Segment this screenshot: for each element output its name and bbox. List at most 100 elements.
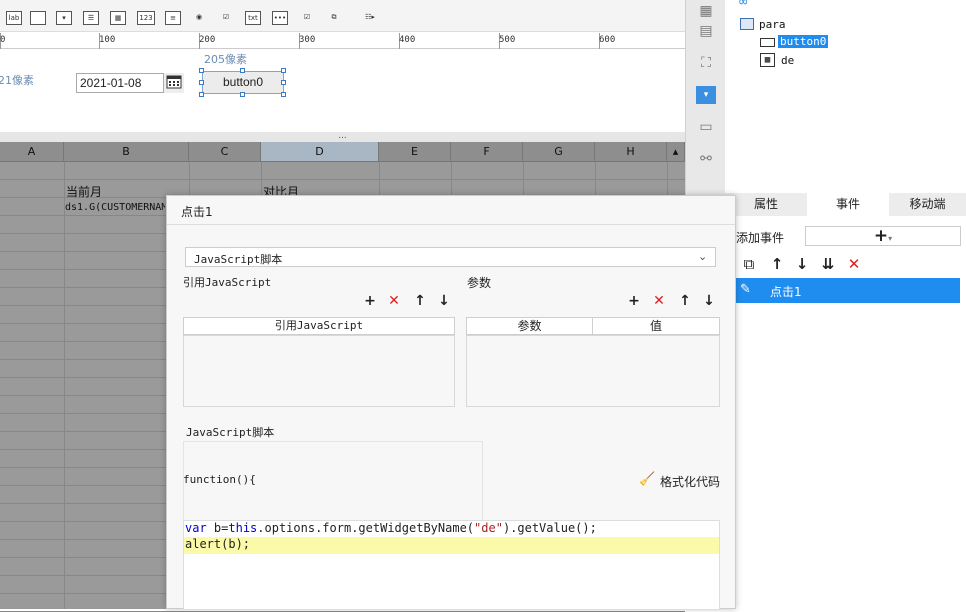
- resize-handle[interactable]: [199, 92, 204, 97]
- top-px-label: 205像素: [204, 53, 247, 66]
- number-icon[interactable]: 123: [137, 11, 155, 25]
- move-up-icon[interactable]: ↑: [769, 256, 785, 272]
- resize-handle[interactable]: [199, 68, 204, 73]
- edit-icon[interactable]: ✎: [740, 282, 751, 297]
- add-event-label: 添加事件: [736, 231, 785, 245]
- resize-handle[interactable]: [281, 68, 286, 73]
- move-up-icon[interactable]: ↑: [413, 294, 427, 308]
- resize-handle[interactable]: [240, 92, 245, 97]
- move-up-icon[interactable]: ↑: [678, 294, 692, 308]
- tab-properties[interactable]: 属性: [725, 193, 807, 216]
- copy-icon[interactable]: ⧉: [741, 256, 757, 272]
- layout-icon[interactable]: ▭: [696, 118, 716, 136]
- add-icon[interactable]: +: [627, 294, 641, 308]
- column-header[interactable]: D: [261, 142, 379, 162]
- checkbox-group-icon[interactable]: ☑: [218, 11, 234, 25]
- events-panel: [735, 216, 966, 609]
- date-widget-icon: ▦: [760, 53, 775, 67]
- delete-icon[interactable]: ✕: [387, 294, 401, 308]
- column-header[interactable]: E: [379, 142, 451, 162]
- params-table[interactable]: [466, 335, 720, 407]
- property-tabs: 属性 事件 移动端: [725, 193, 966, 216]
- list-icon[interactable]: ☰: [83, 11, 99, 25]
- ref-js-section-title: 引用JavaScript: [183, 276, 272, 289]
- ruler-label: 400: [399, 35, 416, 45]
- format-code-button[interactable]: 格式化代码: [660, 473, 720, 490]
- event-item[interactable]: ✎ 点击1: [736, 278, 960, 303]
- column-header[interactable]: F: [451, 142, 523, 162]
- move-bottom-icon[interactable]: ⇊: [820, 256, 836, 272]
- ruler-label: 100: [99, 35, 116, 45]
- ruler-label: 0: [0, 35, 6, 45]
- chevron-down-icon: ▾: [888, 234, 893, 243]
- splitter-grip-icon: ...: [338, 131, 347, 141]
- resize-handle[interactable]: [281, 80, 286, 85]
- script-type-select[interactable]: JavaScript脚本 ⌄: [185, 247, 716, 267]
- event-item-label: 点击1: [770, 285, 802, 299]
- text-icon[interactable]: txt: [245, 11, 261, 25]
- textbox-icon[interactable]: [30, 11, 46, 25]
- expand-icon[interactable]: ∞: [739, 0, 747, 10]
- grid-cell[interactable]: ds1.G(CUSTOMERNAM: [65, 202, 165, 213]
- ruler-label: 600: [599, 35, 616, 45]
- widget-tree: ∞ para button0 ▦ de: [725, 0, 966, 193]
- horizontal-ruler: 0 100 200 300 400 500 600: [0, 33, 685, 49]
- calendar-icon[interactable]: [163, 73, 184, 93]
- tree-item-de[interactable]: de: [781, 54, 794, 67]
- pane-splitter[interactable]: ...: [0, 132, 685, 142]
- radio-group-icon[interactable]: ◉: [191, 11, 207, 25]
- crop-icon[interactable]: ⛶: [696, 54, 716, 72]
- grid-icon[interactable]: ▦: [696, 2, 716, 20]
- checkbox-icon[interactable]: ☑: [299, 11, 315, 25]
- add-icon[interactable]: +: [363, 294, 377, 308]
- ruler-label: 200: [199, 35, 216, 45]
- ref-js-table[interactable]: [183, 335, 455, 407]
- param-column: 参数: [466, 317, 593, 335]
- params-section-title: 参数: [467, 276, 492, 290]
- delete-icon[interactable]: ✕: [652, 294, 666, 308]
- ref-js-column: 引用JavaScript: [183, 317, 455, 335]
- combobox-icon[interactable]: ▾: [56, 11, 72, 25]
- add-event-button[interactable]: +▾: [805, 226, 961, 246]
- code-line-2: alert(b);: [185, 537, 251, 551]
- move-down-icon[interactable]: ↓: [437, 294, 451, 308]
- para-icon: [740, 18, 754, 30]
- move-down-icon[interactable]: ↓: [794, 256, 810, 272]
- password-icon[interactable]: •••: [272, 11, 288, 25]
- code-editor[interactable]: var b=this.options.form.getWidgetByName(…: [183, 520, 720, 610]
- broom-icon[interactable]: 🧹: [639, 472, 655, 487]
- button0-widget[interactable]: button0: [202, 71, 284, 94]
- value-column: 值: [592, 317, 720, 335]
- tree-root-para[interactable]: para: [759, 18, 786, 31]
- tab-mobile[interactable]: 移动端: [889, 193, 966, 216]
- button-icon: [760, 38, 775, 47]
- grid-cell[interactable]: 当前月: [66, 183, 102, 200]
- widget-toolbar: lab ▾ ☰ ▦ 123 ≡ ◉ ☑ txt ••• ☑ ⧉ ☷▸: [0, 0, 685, 32]
- column-header[interactable]: C: [189, 142, 261, 162]
- chevron-down-icon: ⌄: [698, 250, 708, 263]
- textarea-icon[interactable]: ≡: [165, 11, 181, 25]
- script-section-title: JavaScript脚本: [186, 426, 275, 439]
- column-header[interactable]: A: [0, 142, 64, 162]
- move-down-icon[interactable]: ↓: [702, 294, 716, 308]
- date-icon[interactable]: ▦: [110, 11, 126, 25]
- tab-events[interactable]: 事件: [807, 193, 889, 216]
- current-line-highlight: [184, 537, 719, 554]
- tree-icon[interactable]: ⧉: [326, 11, 342, 25]
- column-header[interactable]: H: [595, 142, 667, 162]
- more-icon[interactable]: ☷▸: [362, 11, 378, 25]
- dropdown-widget-icon[interactable]: ▾: [696, 86, 716, 104]
- scroll-up-icon[interactable]: ▴: [667, 142, 685, 162]
- link-icon[interactable]: ⚯: [696, 150, 716, 168]
- column-header[interactable]: B: [64, 142, 189, 162]
- dialog-title: 点击1: [181, 205, 213, 219]
- table-icon[interactable]: ▤: [696, 22, 716, 40]
- function-signature: function(){: [183, 473, 256, 486]
- tree-item-button0[interactable]: button0: [778, 35, 829, 48]
- resize-handle[interactable]: [281, 92, 286, 97]
- column-header[interactable]: G: [523, 142, 595, 162]
- delete-icon[interactable]: ✕: [846, 256, 862, 272]
- resize-handle[interactable]: [199, 80, 204, 85]
- resize-handle[interactable]: [240, 68, 245, 73]
- label-icon[interactable]: lab: [6, 11, 22, 25]
